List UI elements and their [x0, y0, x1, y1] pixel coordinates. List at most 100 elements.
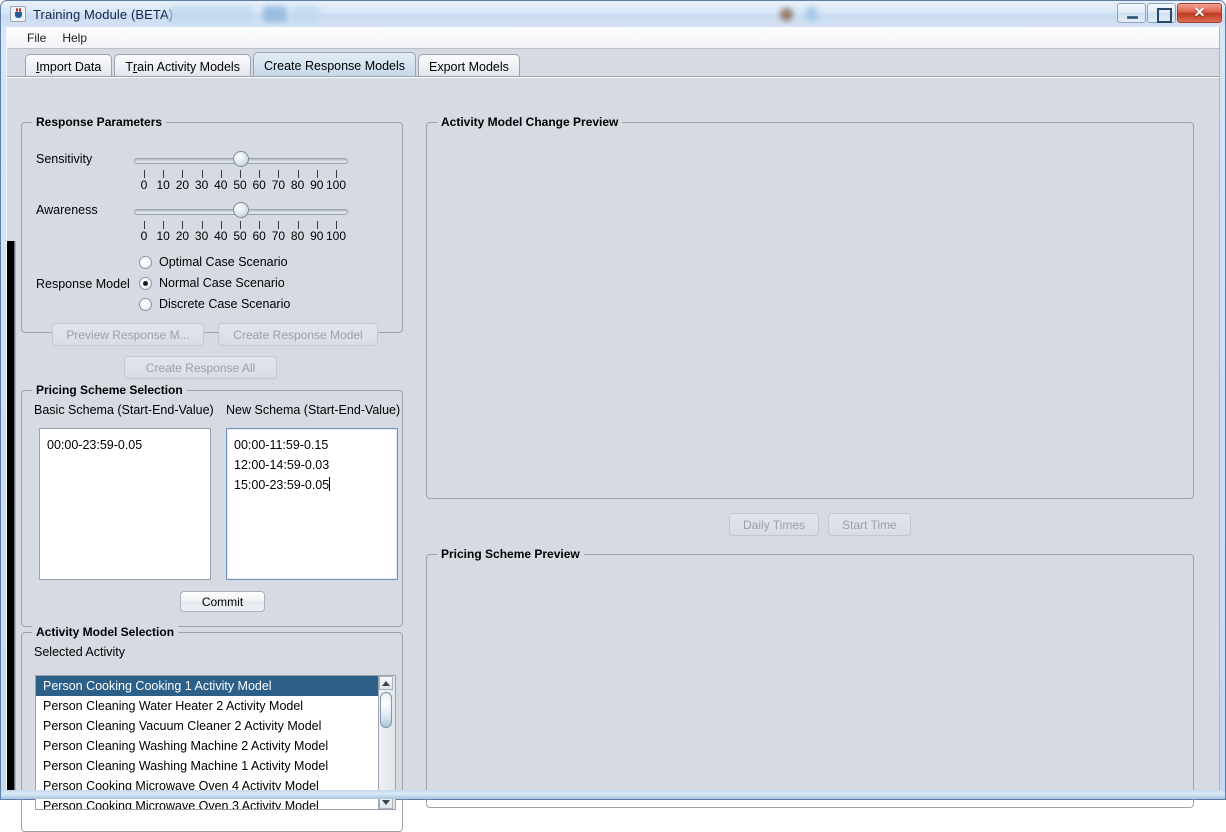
awareness-slider-tick-10	[163, 221, 165, 229]
pricing-scheme-preview-title: Pricing Scheme Preview	[437, 547, 584, 561]
awareness-slider-tick-label-80: 80	[290, 229, 305, 243]
response-parameters-title: Response Parameters	[32, 115, 167, 129]
close-icon: ✕	[1193, 6, 1206, 21]
new-schema-label: New Schema (Start-End-Value)	[226, 403, 401, 417]
tab-create-response-models[interactable]: Create Response Models	[252, 52, 417, 78]
sensitivity-slider-tick-label-40: 40	[214, 178, 228, 192]
title-bar-blur-region-4	[780, 8, 793, 21]
minimize-button[interactable]	[1117, 3, 1146, 23]
tab-train-activity-models-label: ain Activity Models	[137, 59, 240, 74]
sensitivity-slider-tick-label-60: 60	[252, 178, 266, 192]
basic-schema-textarea[interactable]: 00:00-23:59-0.05	[39, 428, 211, 580]
title-bar-blur-region-2	[263, 6, 287, 22]
activity-model-list-item[interactable]: Person Cleaning Washing Machine 1 Activi…	[36, 756, 378, 776]
scroll-up-button[interactable]	[379, 676, 393, 690]
response-model-label: Response Model	[36, 277, 130, 291]
radio-row-normal-case-scenario[interactable]: Normal Case Scenario	[139, 276, 285, 290]
title-bar-blur-region-1	[169, 6, 253, 22]
sensitivity-slider[interactable]: 0 10 20 30 40 50 60 70 80 90 100	[134, 150, 348, 196]
awareness-slider-tick-label-0: 0	[140, 229, 148, 243]
sensitivity-slider-tick-0	[144, 170, 145, 178]
pricing-scheme-selection-panel: Pricing Scheme Selection Basic Schema (S…	[21, 383, 403, 627]
sensitivity-slider-tick-label-100: 100	[325, 178, 347, 192]
title-bar-blur-region-5	[806, 7, 817, 21]
awareness-slider-tick-label-90: 90	[310, 229, 324, 243]
sensitivity-slider-tick-50	[240, 170, 241, 178]
daily-times-button[interactable]: Daily Times	[729, 513, 819, 536]
menu-item-file[interactable]: File	[19, 29, 54, 47]
radio-row-discrete-case-scenario[interactable]: Discrete Case Scenario	[139, 297, 290, 311]
sensitivity-slider-tick-label-30: 30	[194, 178, 209, 192]
radio-discrete-case-scenario-label: Discrete Case Scenario	[159, 297, 291, 311]
scrollbar-thumb[interactable]	[380, 692, 392, 728]
title-bar-blur-region-3	[291, 6, 319, 22]
awareness-slider-tick-0	[144, 221, 145, 229]
sensitivity-slider-thumb[interactable]	[233, 151, 249, 167]
sensitivity-slider-tick-labels: 0 10 20 30 40 50 60 70 80 90 100	[134, 178, 348, 192]
radio-optimal-case-scenario-icon[interactable]	[139, 255, 152, 269]
commit-button[interactable]: Commit	[180, 591, 265, 612]
awareness-slider-tick-60	[259, 221, 261, 229]
sensitivity-slider-tick-20	[182, 170, 184, 178]
awareness-slider-tick-30	[201, 221, 203, 229]
new-schema-textarea[interactable]: 00:00-11:59-0.15 12:00-14:59-0.03 15:00-…	[226, 428, 398, 580]
activity-model-list-item[interactable]: Person Cleaning Washing Machine 2 Activi…	[36, 736, 378, 756]
arrow-up-icon	[382, 680, 390, 686]
preview-response-model-button[interactable]: Preview Response M...	[52, 323, 204, 346]
activity-model-list-item[interactable]: Person Cleaning Water Heater 2 Activity …	[36, 696, 378, 716]
sensitivity-slider-tick-label-20: 20	[175, 178, 190, 192]
menu-item-help[interactable]: Help	[54, 29, 95, 47]
tab-import-data-label: mport Data	[39, 59, 102, 74]
awareness-slider-tick-label-10: 10	[156, 229, 170, 243]
window-left-edge-strip	[7, 241, 16, 790]
awareness-slider-tick-labels: 0 10 20 30 40 50 60 70 80 90 100	[134, 229, 348, 243]
create-response-all-button[interactable]: Create Response All	[124, 356, 277, 379]
tab-create-response-models-label: Create Response Models	[263, 58, 406, 73]
java-app-icon	[10, 6, 26, 22]
awareness-slider-tick-label-70: 70	[271, 229, 286, 243]
sensitivity-slider-tick-label-0: 0	[140, 178, 148, 192]
sensitivity-slider-tick-60	[259, 170, 261, 178]
awareness-slider-tick-90	[316, 221, 318, 229]
activity-model-change-preview-title: Activity Model Change Preview	[437, 115, 623, 129]
text-caret	[329, 477, 331, 491]
tab-import-data[interactable]: Import Data	[25, 54, 113, 78]
start-time-button[interactable]: Start Time	[828, 513, 911, 536]
activity-model-list-item[interactable]: Person Cooking Cooking 1 Activity Model	[36, 676, 378, 696]
tab-strip: Import Data Tr ain Activity Models Create…	[7, 49, 1219, 78]
client-area: File Help Import Data Tr ain Activity Mod…	[6, 27, 1220, 832]
radio-discrete-case-scenario-icon[interactable]	[139, 297, 152, 311]
awareness-slider-tick-80	[297, 221, 299, 229]
close-button[interactable]: ✕	[1177, 3, 1222, 23]
awareness-slider-thumb[interactable]	[233, 202, 249, 218]
awareness-slider[interactable]: 0 10 20 30 40 50 60 70 80 90 100	[134, 201, 348, 247]
awareness-slider-tick-100	[336, 221, 337, 229]
create-response-model-button[interactable]: Create Response Model	[218, 323, 378, 346]
sensitivity-slider-tick-30	[201, 170, 203, 178]
basic-schema-value: 00:00-23:59-0.05	[47, 438, 143, 452]
awareness-slider-tick-40	[220, 221, 222, 229]
menu-bar: File Help	[7, 27, 1219, 49]
awareness-slider-tick-label-60: 60	[252, 229, 266, 243]
title-bar: Training Module (BETA) ✕	[1, 1, 1225, 27]
awareness-slider-tick-50	[240, 221, 241, 229]
selected-activity-label: Selected Activity	[34, 645, 126, 659]
activity-model-list-item[interactable]: Person Cleaning Vacuum Cleaner 2 Activit…	[36, 716, 378, 736]
sensitivity-slider-tick-100	[336, 170, 337, 178]
awareness-slider-tick-label-30: 30	[194, 229, 209, 243]
tab-train-activity-models[interactable]: Tr ain Activity Models	[114, 54, 251, 78]
pricing-scheme-preview-panel: Pricing Scheme Preview	[426, 547, 1194, 808]
tab-export-models-label: Export Models	[429, 59, 509, 74]
new-schema-value: 00:00-11:59-0.15 12:00-14:59-0.03 15:00-…	[234, 438, 330, 492]
basic-schema-label: Basic Schema (Start-End-Value)	[34, 403, 214, 417]
tab-export-models[interactable]: Export Models	[418, 54, 520, 78]
radio-row-optimal-case-scenario[interactable]: Optimal Case Scenario	[139, 255, 288, 269]
radio-normal-case-scenario-icon[interactable]	[139, 276, 152, 290]
sensitivity-slider-tick-80	[297, 170, 299, 178]
sensitivity-slider-tick-90	[316, 170, 318, 178]
awareness-slider-tick-label-100: 100	[325, 229, 347, 243]
awareness-slider-tick-label-20: 20	[175, 229, 190, 243]
sensitivity-slider-tick-label-50: 50	[233, 178, 247, 192]
awareness-slider-tick-20	[182, 221, 184, 229]
maximize-button[interactable]	[1147, 3, 1176, 23]
